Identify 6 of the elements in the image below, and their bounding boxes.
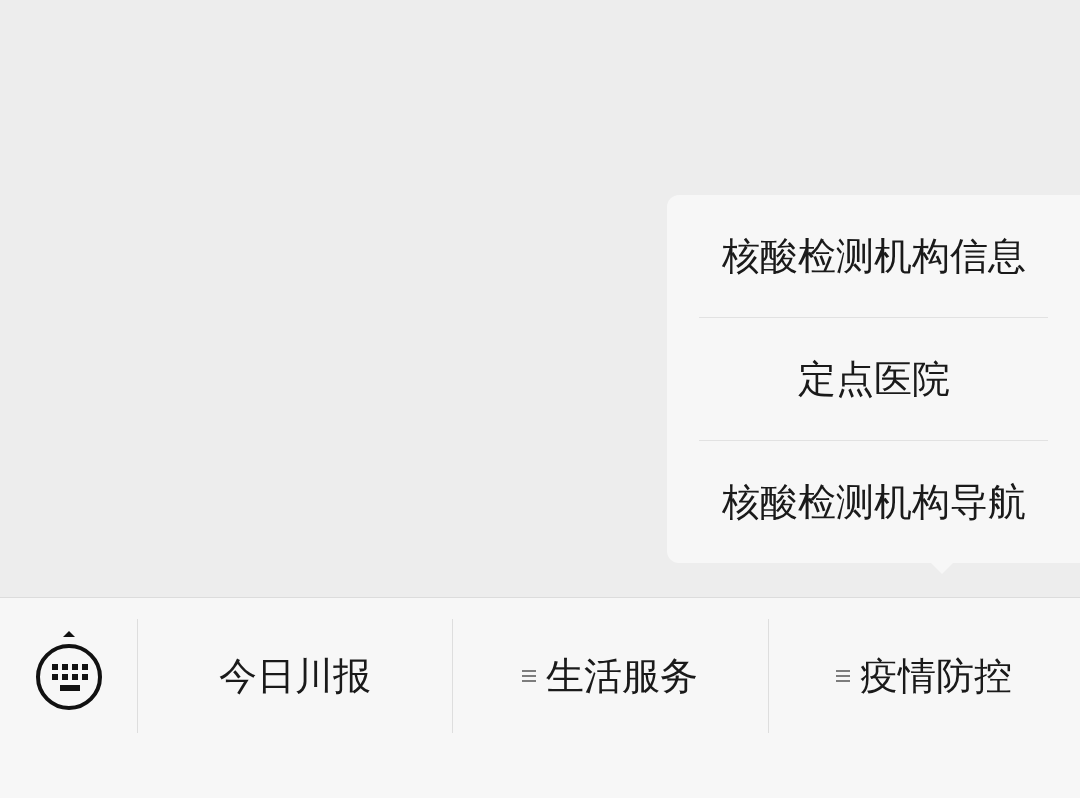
menu-item[interactable]: 今日川报 (219, 650, 372, 702)
menu-item[interactable]: 疫情防控 (836, 650, 1013, 702)
menu-item[interactable]: 生活服务 (522, 650, 699, 702)
submenu-item[interactable]: 核酸检测机构信息 (721, 230, 1026, 282)
submenu-item[interactable]: 核酸检测机构导航 (721, 476, 1026, 528)
submenu-item[interactable]: 定点医院 (797, 353, 950, 405)
